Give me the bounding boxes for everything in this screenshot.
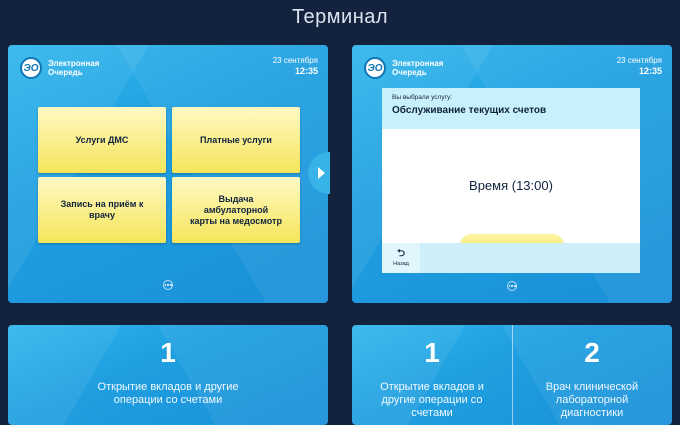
page-title: Терминал xyxy=(291,6,389,28)
back-label: Назад xyxy=(393,261,409,267)
dialog-caption: Вы выбрали услугу: xyxy=(392,94,453,101)
service-menu: Услуги ДМС Платные услуги Запись на приё… xyxy=(38,107,300,243)
dots-icon[interactable] xyxy=(163,280,173,290)
date: 23 сентября xyxy=(616,56,662,65)
service-button-medical-card[interactable]: Выдача амбулаторной карты на медосмотр xyxy=(172,177,300,243)
logo: ЭО Электронная Очередь xyxy=(364,57,462,79)
datetime: 23 сентября 12:35 xyxy=(617,56,662,76)
date: 23 сентября xyxy=(272,56,318,65)
dots-icon[interactable] xyxy=(507,281,517,291)
logo-mark: ЭО xyxy=(20,57,42,79)
dialog-header: Вы выбрали услугу: Обслуживание текущих … xyxy=(382,88,640,129)
brand-name: Электронная Очередь xyxy=(392,59,444,77)
logo: ЭО Электронная Очередь xyxy=(20,57,118,79)
selected-service: Обслуживание текущих счетов xyxy=(392,105,547,116)
dialog-footer: ⮌ Назад xyxy=(382,243,640,273)
queue-display-double: 1 Открытие вкладов и другие операции со … xyxy=(352,325,672,425)
brand-name: Электронная Очередь xyxy=(48,59,100,77)
logo-mark: ЭО xyxy=(364,57,386,79)
service-button-appointment[interactable]: Запись на приём к врачу xyxy=(38,177,166,243)
datetime: 23 сентября 12:35 xyxy=(273,56,318,76)
queue-number: 2 xyxy=(584,337,600,368)
back-button[interactable]: ⮌ Назад xyxy=(382,243,420,273)
back-arrow-icon: ⮌ xyxy=(396,248,405,259)
queue-display-single: 1 Открытие вкладов и другие операции со … xyxy=(8,325,328,425)
terminal-screen-menu: ЭО Электронная Очередь 23 сентября 12:35… xyxy=(8,45,328,303)
queue-entry: 1 Открытие вкладов и другие операции со … xyxy=(352,337,512,420)
time: 12:35 xyxy=(638,66,662,76)
service-button-paid[interactable]: Платные услуги xyxy=(172,107,300,173)
terminal-screen-confirmation: ЭО Электронная Очередь 23 сентября 12:35… xyxy=(352,45,672,303)
confirmation-dialog: Вы выбрали услугу: Обслуживание текущих … xyxy=(382,88,640,273)
time: 12:35 xyxy=(294,66,318,76)
queue-number: 1 xyxy=(424,337,440,368)
queue-number: 1 xyxy=(160,337,176,368)
queue-service-label: Врач клинической лабораторной диагностик… xyxy=(545,381,639,419)
queue-entry: 2 Врач клинической лабораторной диагност… xyxy=(512,337,672,420)
queue-service-label: Открытие вкладов и другие операции со сч… xyxy=(380,381,484,419)
queue-entry: 1 Открытие вкладов и другие операции со … xyxy=(8,337,328,407)
appointment-time: Время (13:00) xyxy=(469,178,553,193)
service-button-dms[interactable]: Услуги ДМС xyxy=(38,107,166,173)
queue-service-label: Открытие вкладов и другие операции со сч… xyxy=(97,381,239,406)
